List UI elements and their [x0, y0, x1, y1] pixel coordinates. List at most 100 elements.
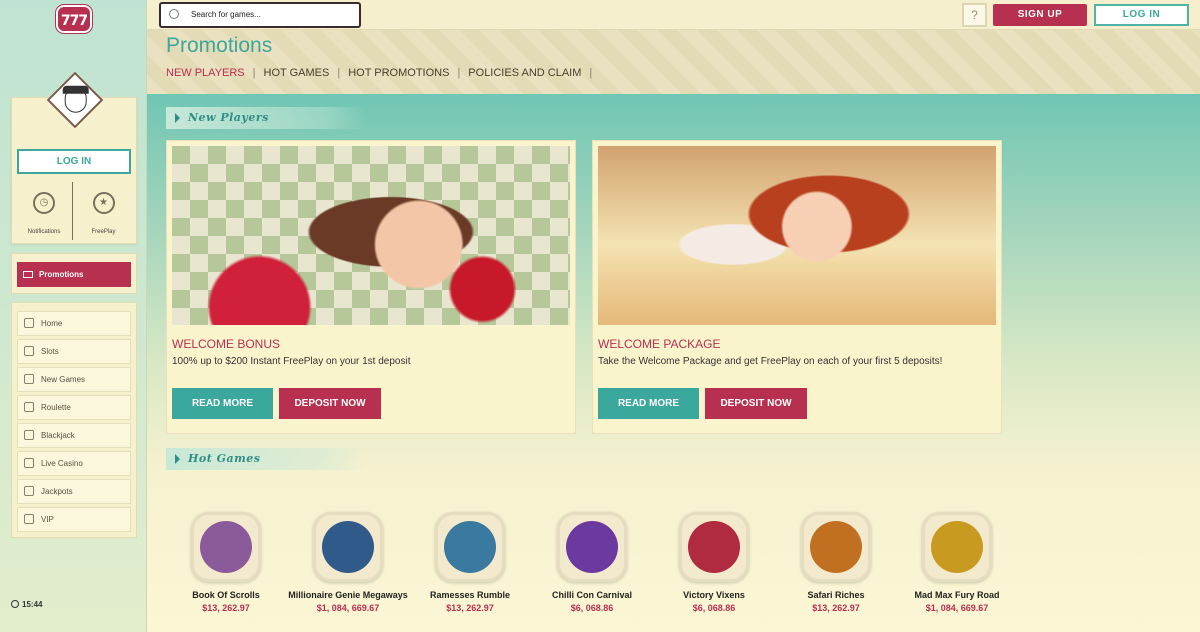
search-icon	[169, 9, 179, 19]
sidebar-item-blackjack[interactable]: Blackjack	[17, 423, 131, 448]
sidebar-item-label: Live Casino	[41, 459, 83, 468]
promo-description: 100% up to $200 Instant FreePlay on your…	[172, 356, 411, 367]
game-thumbnail[interactable]	[435, 512, 505, 582]
tab-separator: |	[337, 67, 341, 79]
game-name: Mad Max Fury Road	[914, 590, 1000, 600]
avatar	[46, 71, 104, 129]
cards-icon	[24, 430, 34, 440]
tab-hot-games[interactable]: HOT GAMES	[264, 67, 330, 79]
section-title: New Players	[188, 111, 269, 124]
tab-separator: |	[457, 67, 461, 79]
clock-icon	[11, 600, 19, 608]
sidebar-item-vip[interactable]: VIP	[17, 507, 131, 532]
tab-hot-promotions[interactable]: HOT PROMOTIONS	[348, 67, 449, 79]
promo-image[interactable]	[172, 146, 570, 325]
tab-new-players[interactable]: NEW PLAYERS	[166, 67, 245, 79]
tab-policies-and-claim[interactable]: POLICIES AND CLAIM	[468, 67, 581, 79]
promo-card-welcome-package: WELCOME PACKAGE Take the Welcome Package…	[592, 140, 1002, 434]
section-arrow-icon	[175, 113, 180, 123]
freeplay-label: FreePlay	[91, 229, 116, 235]
notifications-button[interactable]: ◷ Notifications	[16, 182, 73, 240]
game-tile-mad-max-fury-road[interactable]: Mad Max Fury Road $1, 084, 669.67	[897, 512, 1017, 615]
game-tile-safari-riches[interactable]: Safari Riches $13, 262.97	[776, 512, 896, 615]
sidebar-item-label: Jackpots	[41, 487, 73, 496]
read-more-button[interactable]: READ MORE	[172, 388, 273, 419]
page-header: Promotions NEW PLAYERS | HOT GAMES | HOT PRO…	[147, 30, 1200, 94]
cocktail-icon	[24, 346, 34, 356]
game-thumbnail[interactable]	[922, 512, 992, 582]
new-icon	[24, 374, 34, 384]
user-avatar-icon	[62, 85, 89, 113]
game-jackpot: $6, 068.86	[570, 603, 614, 613]
game-thumbnail[interactable]	[801, 512, 871, 582]
sidebar-item-label: Home	[41, 319, 63, 328]
game-jackpot: $13, 262.97	[446, 603, 494, 613]
deposit-now-button[interactable]: DEPOSIT NOW	[279, 388, 381, 419]
diamond-icon	[24, 514, 34, 524]
sidebar-item-label: Roulette	[41, 403, 71, 412]
section-title: Hot Games	[188, 452, 261, 465]
sidebar-login-button[interactable]: LOG IN	[17, 149, 131, 174]
sidebar-item-new-games[interactable]: New Games	[17, 367, 131, 392]
game-name: Book Of Scrolls	[192, 590, 260, 600]
game-tile-ramesses-rumble[interactable]: Ramesses Rumble $13, 262.97	[410, 512, 530, 615]
home-icon	[24, 318, 34, 328]
login-button[interactable]: LOG IN	[1094, 4, 1189, 26]
sidebar-item-label: New Games	[41, 375, 86, 384]
game-jackpot: $13, 262.97	[202, 603, 250, 613]
sidebar-item-label: VIP	[41, 515, 54, 524]
promo-description: Take the Welcome Package and get FreePla…	[598, 356, 943, 367]
tab-separator: |	[252, 67, 256, 79]
section-header-new-players: New Players	[166, 107, 366, 129]
sidebar-item-promotions[interactable]: Promotions	[17, 262, 131, 287]
sidebar-item-label: Promotions	[39, 270, 84, 279]
freeplay-button[interactable]: ★ FreePlay	[75, 182, 132, 240]
promo-image[interactable]	[598, 146, 996, 325]
sidebar: 777 LOG IN ◷ Notifications ★ FreePlay Pr…	[0, 0, 147, 632]
roulette-icon	[24, 402, 34, 412]
topbar: Search for games... ? SIGN UP LOG IN	[147, 0, 1200, 30]
deposit-now-button[interactable]: DEPOSIT NOW	[705, 388, 807, 419]
sidebar-item-jackpots[interactable]: Jackpots	[17, 479, 131, 504]
search-input[interactable]: Search for games...	[159, 2, 361, 28]
promo-title: WELCOME PACKAGE	[598, 337, 721, 351]
game-name: Safari Riches	[807, 590, 865, 600]
game-thumbnail[interactable]	[557, 512, 627, 582]
live-icon	[24, 458, 34, 468]
game-tile-chilli-con-carnival[interactable]: Chilli Con Carnival $6, 068.86	[532, 512, 652, 615]
sidebar-item-roulette[interactable]: Roulette	[17, 395, 131, 420]
game-name: Chilli Con Carnival	[551, 590, 632, 600]
sidebar-item-home[interactable]: Home	[17, 311, 131, 336]
casino-logo[interactable]: 777	[56, 5, 92, 33]
signup-button[interactable]: SIGN UP	[993, 4, 1087, 26]
game-tile-book-of-scrolls[interactable]: Book Of Scrolls $13, 262.97	[166, 512, 286, 615]
sidebar-item-slots[interactable]: Slots	[17, 339, 131, 364]
read-more-button[interactable]: READ MORE	[598, 388, 699, 419]
game-jackpot: $1, 084, 669.67	[925, 603, 989, 613]
game-thumbnail[interactable]	[679, 512, 749, 582]
game-jackpot: $1, 084, 669.67	[316, 603, 380, 613]
section-header-hot-games: Hot Games	[166, 448, 366, 470]
game-thumbnail[interactable]	[191, 512, 261, 582]
sidebar-item-live-casino[interactable]: Live Casino	[17, 451, 131, 476]
game-tile-millionaire-genie-megaways[interactable]: Millionaire Genie Megaways $1, 084, 669.…	[288, 512, 408, 615]
sidebar-item-label: Slots	[41, 347, 59, 356]
profile-card: LOG IN ◷ Notifications ★ FreePlay	[11, 71, 137, 244]
game-tile-victory-vixens[interactable]: Victory Vixens $6, 068.86	[654, 512, 774, 615]
help-button[interactable]: ?	[962, 3, 987, 27]
promo-title: WELCOME BONUS	[172, 337, 281, 351]
promo-card-welcome-bonus: WELCOME BONUS 100% up to $200 Instant Fr…	[166, 140, 576, 434]
game-name: Millionaire Genie Megaways	[288, 590, 408, 600]
game-thumbnail[interactable]	[313, 512, 383, 582]
freeplay-badge-icon: ★	[92, 192, 115, 214]
game-jackpot: $13, 262.97	[812, 603, 860, 613]
tab-separator: |	[589, 67, 593, 79]
alarm-clock-icon: ◷	[33, 192, 55, 214]
page-title: Promotions	[166, 34, 273, 57]
game-jackpot: $6, 068.86	[692, 603, 736, 613]
sidebar-nav: Home Slots New Games Roulette Blackjack …	[11, 302, 137, 538]
notifications-label: Notifications	[27, 229, 61, 235]
search-placeholder: Search for games...	[191, 10, 261, 19]
clock: 15:44	[11, 600, 42, 609]
clock-time: 15:44	[22, 600, 43, 609]
